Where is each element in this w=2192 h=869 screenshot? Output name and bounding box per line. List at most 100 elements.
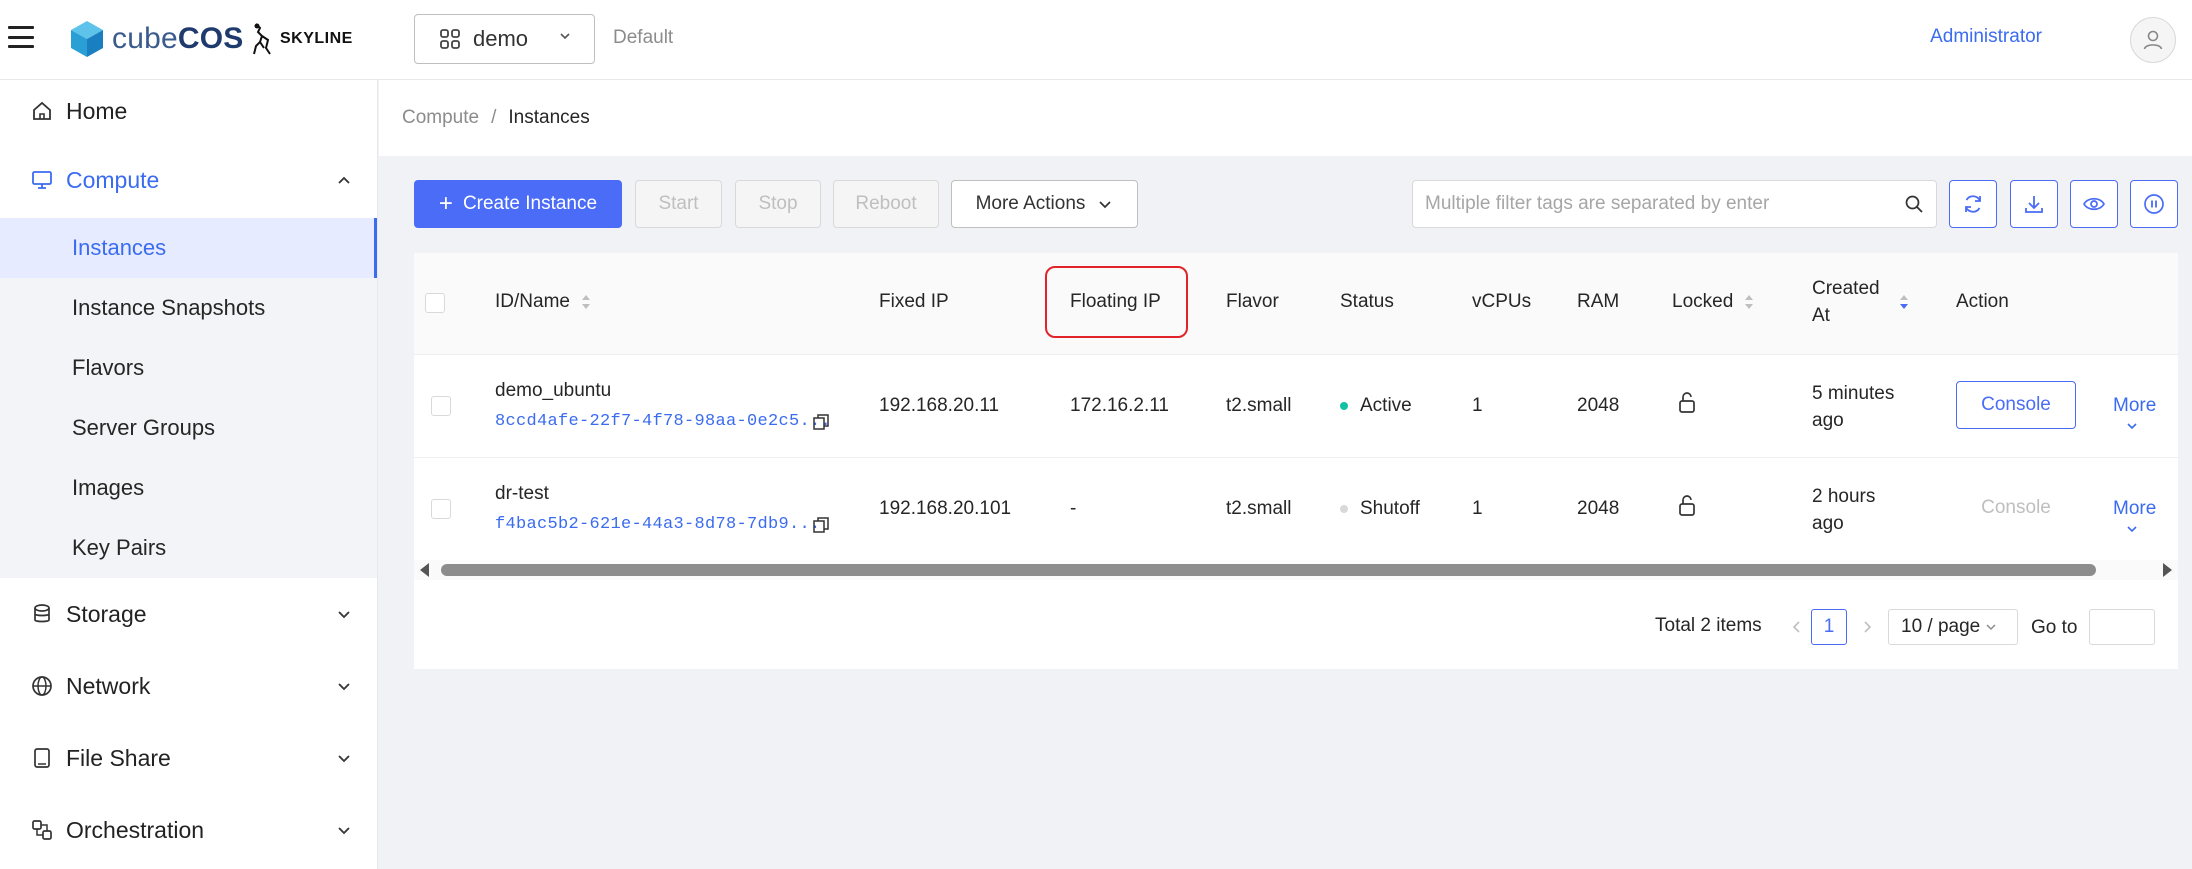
column-label: ID/Name: [495, 291, 570, 312]
scrollbar-thumb[interactable]: [441, 564, 2096, 576]
sort-icon: [581, 295, 590, 309]
plus-icon: +: [438, 190, 453, 217]
sidebar-item-images[interactable]: Images: [0, 458, 377, 518]
sort-descending-icon: [1899, 295, 1908, 309]
project-name: demo: [473, 26, 529, 51]
sidebar-item-label: Compute: [66, 166, 160, 193]
ram: 2048: [1577, 498, 1620, 519]
refresh-icon: [1965, 195, 1981, 213]
scroll-right-arrow[interactable]: [2163, 563, 2172, 577]
more-dropdown[interactable]: More: [2113, 498, 2178, 542]
column-status: Status: [1340, 291, 1394, 312]
sidebar-item-file-share[interactable]: File Share: [0, 722, 377, 794]
menu-icon[interactable]: [6, 20, 36, 54]
copy-icon[interactable]: [811, 412, 831, 432]
floating-ip: 172.16.2.11: [1070, 395, 1169, 416]
unlock-icon: [1679, 495, 1695, 516]
sidebar-item-instances[interactable]: Instances: [0, 218, 377, 278]
column-ram: RAM: [1577, 291, 1620, 312]
created-at-line: ago: [1812, 410, 1844, 431]
download-button[interactable]: [2010, 180, 2058, 228]
top-bar: cubeCOS SKYLINE demo Default Administrat…: [0, 0, 2192, 80]
breadcrumb-instances: Instances: [508, 107, 590, 128]
refresh-button[interactable]: [1949, 180, 1997, 228]
sidebar-item-storage[interactable]: Storage: [0, 578, 377, 650]
user-icon: [2143, 30, 2163, 50]
chevron-down-icon: [338, 827, 350, 835]
copy-icon[interactable]: [811, 515, 831, 535]
start-button[interactable]: Start: [635, 180, 722, 228]
column-action: Action: [1956, 291, 2009, 312]
ram: 2048: [1577, 395, 1620, 416]
sidebar-item-compute[interactable]: Compute: [0, 142, 377, 218]
horizontal-scrollbar[interactable]: [414, 560, 2178, 580]
search-icon[interactable]: [1904, 194, 1924, 214]
column-visibility-button[interactable]: [2070, 180, 2118, 228]
pause-refresh-button[interactable]: [2130, 180, 2178, 228]
compute-submenu: Instances Instance Snapshots Flavors Ser…: [0, 218, 377, 578]
table-row: demo_ubuntu 8ccd4afe-22f7-4f78-98aa-0e2c…: [414, 355, 2178, 458]
avatar[interactable]: [2130, 17, 2176, 63]
more-actions-button[interactable]: More Actions: [951, 180, 1138, 228]
row-checkbox[interactable]: [431, 499, 451, 519]
stop-button[interactable]: Stop: [735, 180, 821, 228]
column-id-name[interactable]: ID/Name: [495, 291, 592, 313]
scroll-left-arrow[interactable]: [420, 563, 429, 577]
goto-page-input[interactable]: [2089, 609, 2155, 645]
search-input[interactable]: [1413, 181, 1873, 227]
page-size-select[interactable]: 10 / page: [1888, 609, 2018, 645]
breadcrumb-compute[interactable]: Compute: [402, 107, 479, 129]
console-button[interactable]: Console: [1956, 381, 2076, 429]
more-actions-label: More Actions: [975, 193, 1086, 214]
download-icon: [2025, 196, 2043, 213]
sidebar-item-flavors[interactable]: Flavors: [0, 338, 377, 398]
sidebar-item-label: File Share: [66, 744, 171, 771]
chevron-down-icon: [338, 683, 350, 691]
sidebar-item-server-groups[interactable]: Server Groups: [0, 398, 377, 458]
more-dropdown[interactable]: More: [2113, 395, 2178, 439]
created-at: 5 minutes ago: [1812, 380, 1894, 434]
fixed-ip: 192.168.20.11: [879, 395, 1000, 416]
sidebar: Home Compute Instances Instance Snapshot…: [0, 80, 378, 869]
sidebar-item-label: Network: [66, 672, 151, 699]
instance-id-link[interactable]: f4bac5b2-621e-44a3-8d78-7db9...: [495, 515, 821, 534]
column-vcpus: vCPUs: [1472, 291, 1532, 312]
user-menu-link[interactable]: Administrator: [1930, 26, 2042, 48]
page-1-button[interactable]: 1: [1811, 609, 1847, 645]
sidebar-item-instance-snapshots[interactable]: Instance Snapshots: [0, 278, 377, 338]
skyline-text: SKYLINE: [280, 30, 353, 47]
search-box: [1412, 180, 1937, 228]
status: Active: [1340, 395, 1412, 417]
column-floating-ip: Floating IP: [1070, 291, 1161, 312]
chevron-up-icon: [338, 176, 350, 184]
column-created-at[interactable]: Created At: [1812, 275, 1910, 329]
column-locked[interactable]: Locked: [1672, 291, 1755, 313]
prev-page-icon[interactable]: [1789, 619, 1805, 635]
created-at-line: 2 hours: [1812, 486, 1876, 507]
vcpus: 1: [1472, 498, 1483, 519]
flavor: t2.small: [1226, 498, 1292, 519]
create-instance-button[interactable]: + Create Instance: [414, 180, 622, 228]
next-page-icon[interactable]: [1859, 619, 1875, 635]
more-label: More: [2113, 498, 2157, 519]
page-size-label: 10 / page: [1901, 616, 1981, 637]
project-select[interactable]: demo: [414, 14, 595, 64]
status-label: Shutoff: [1360, 498, 1420, 519]
sidebar-item-label: Storage: [66, 600, 147, 627]
create-instance-label: Create Instance: [462, 193, 598, 214]
sidebar-item-home[interactable]: Home: [0, 80, 377, 142]
column-flavor: Flavor: [1226, 291, 1279, 312]
orchestration-icon: [32, 820, 52, 840]
file-icon: [34, 748, 50, 768]
instance-id-link[interactable]: 8ccd4afe-22f7-4f78-98aa-0e2c5...: [495, 412, 831, 431]
sidebar-item-orchestration[interactable]: Orchestration: [0, 794, 377, 866]
reboot-button[interactable]: Reboot: [833, 180, 939, 228]
row-checkbox[interactable]: [431, 396, 451, 416]
status-label: Active: [1360, 395, 1412, 416]
column-label: Locked: [1672, 291, 1734, 312]
monitor-icon: [32, 171, 52, 189]
sidebar-item-key-pairs[interactable]: Key Pairs: [0, 518, 377, 578]
sidebar-item-network[interactable]: Network: [0, 650, 377, 722]
pause-circle-icon: [2144, 194, 2164, 214]
select-all-checkbox[interactable]: [425, 293, 445, 313]
